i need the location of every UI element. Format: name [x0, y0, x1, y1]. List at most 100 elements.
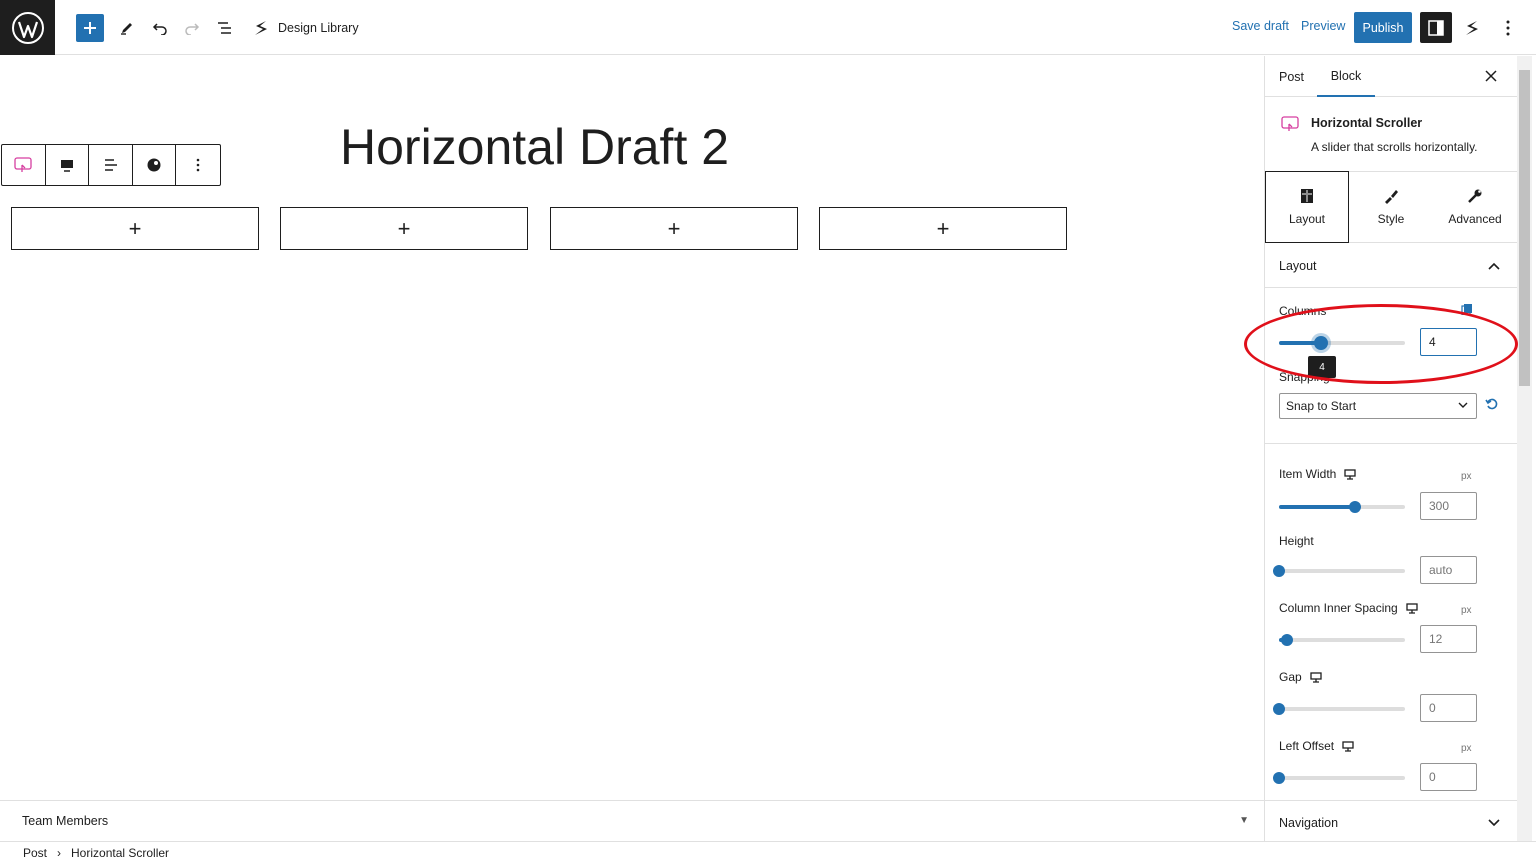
layout-icon [1301, 189, 1313, 203]
team-members-panel[interactable]: Team Members ▼ [0, 800, 1264, 840]
color-palette-icon [147, 158, 161, 172]
reset-icon[interactable] [1485, 397, 1499, 411]
gap-input[interactable]: 0 [1420, 694, 1477, 722]
chevron-down-icon [1458, 402, 1468, 408]
height-slider[interactable] [1273, 565, 1405, 577]
sidebar-tabs: Post Block [1265, 56, 1517, 97]
block-card-description: A slider that scrolls horizontally. [1311, 140, 1478, 154]
column-inner-spacing-label-text: Column Inner Spacing [1279, 601, 1398, 615]
sidebar-icon [1428, 19, 1444, 36]
post-title[interactable]: Horizontal Draft 2 [340, 118, 729, 176]
left-offset-label: Left Offset [1279, 739, 1354, 753]
column-appender-button[interactable]: + [819, 207, 1067, 250]
item-width-input[interactable]: 300 [1420, 492, 1477, 520]
column-appender-button[interactable]: + [11, 207, 259, 250]
list-view-icon [218, 22, 231, 34]
breadcrumb-item-block[interactable]: Horizontal Scroller [71, 846, 169, 860]
preview-button[interactable]: Preview [1301, 19, 1345, 33]
gap-label-text: Gap [1279, 670, 1302, 684]
divider [1265, 443, 1517, 444]
block-options-button[interactable] [176, 145, 220, 185]
tab-advanced[interactable]: Advanced [1433, 171, 1517, 243]
block-settings-sidebar: Post Block Horizontal Scroller A slider … [1264, 56, 1517, 841]
gap-slider[interactable] [1273, 703, 1405, 715]
column-inner-spacing-slider[interactable] [1279, 634, 1405, 646]
chevron-down-icon [1488, 818, 1500, 826]
column-inner-spacing-unit[interactable]: px [1461, 605, 1472, 616]
align-left-icon [104, 159, 117, 171]
block-card-title: Horizontal Scroller [1311, 116, 1423, 130]
breadcrumb: Post › Horizontal Scroller [0, 841, 1536, 863]
column-appender-button[interactable]: + [280, 207, 528, 250]
redo-icon [185, 23, 200, 35]
pencil-icon [121, 23, 132, 35]
snapping-select[interactable]: Snap to Start [1279, 393, 1477, 419]
column-appender-button[interactable]: + [550, 207, 798, 250]
layout-panel-toggle[interactable]: Layout [1265, 244, 1517, 288]
desktop-icon[interactable] [1406, 602, 1418, 614]
desktop-icon[interactable] [1310, 671, 1322, 683]
undo-button[interactable] [146, 14, 174, 42]
options-menu-button[interactable] [1494, 14, 1522, 42]
item-width-slider[interactable] [1279, 501, 1405, 513]
block-styles-button[interactable] [133, 145, 177, 185]
more-vertical-icon [1506, 20, 1510, 36]
save-draft-button[interactable]: Save draft [1232, 19, 1289, 33]
tab-block[interactable]: Block [1317, 56, 1375, 97]
tab-post[interactable]: Post [1279, 56, 1304, 97]
block-toolbar [1, 144, 221, 186]
desktop-icon[interactable] [1344, 468, 1357, 480]
tab-style[interactable]: Style [1349, 171, 1433, 243]
horizontal-scroller-icon [14, 157, 32, 172]
wrench-icon [1468, 189, 1482, 203]
gap-label: Gap [1279, 670, 1322, 684]
settings-toggle-button[interactable] [1420, 12, 1452, 43]
columns-slider[interactable] [1279, 336, 1405, 350]
left-offset-input[interactable]: 0 [1420, 763, 1477, 791]
design-library-button[interactable]: Design Library [252, 14, 359, 42]
tab-layout[interactable]: Layout [1265, 171, 1349, 243]
column-inner-spacing-input[interactable]: 12 [1420, 625, 1477, 653]
publish-button[interactable]: Publish [1354, 12, 1412, 43]
breadcrumb-separator: › [57, 845, 62, 860]
breadcrumb-item-post[interactable]: Post [23, 846, 47, 860]
design-library-label: Design Library [278, 21, 359, 35]
settings-tabs: Layout Style Advanced [1265, 171, 1517, 243]
block-alignment-button[interactable] [46, 145, 90, 185]
navigation-panel-title: Navigation [1279, 815, 1339, 830]
desktop-icon[interactable] [1342, 740, 1354, 752]
item-width-label-text: Item Width [1279, 467, 1337, 481]
columns-slider-tooltip: 4 [1308, 356, 1336, 378]
scrollbar-thumb[interactable] [1519, 70, 1530, 386]
undo-icon [152, 23, 167, 35]
brush-icon [1385, 190, 1398, 204]
item-width-unit[interactable]: px [1461, 471, 1472, 482]
item-width-label: Item Width [1279, 467, 1357, 481]
left-offset-unit[interactable]: px [1461, 743, 1472, 754]
stackable-settings-button[interactable] [1458, 14, 1486, 42]
block-type-switcher[interactable] [2, 145, 46, 185]
close-icon[interactable] [1483, 68, 1499, 84]
horizontal-scroller-icon [1281, 116, 1299, 131]
content-align-button[interactable] [89, 145, 133, 185]
column-inner-spacing-label: Column Inner Spacing [1279, 601, 1418, 615]
wordpress-logo-icon[interactable] [0, 0, 55, 55]
left-offset-slider[interactable] [1273, 772, 1405, 784]
sidebar-scrollbar[interactable] [1517, 56, 1532, 841]
copy-icon[interactable] [1461, 303, 1473, 315]
document-overview-button[interactable] [211, 14, 239, 42]
left-offset-label-text: Left Offset [1279, 739, 1335, 753]
block-inserter-button[interactable] [76, 14, 104, 42]
chevron-up-icon [1488, 262, 1500, 270]
layout-panel-title: Layout [1279, 258, 1317, 273]
redo-button[interactable] [178, 14, 206, 42]
snapping-select-value: Snap to Start [1286, 399, 1357, 413]
tools-button[interactable] [113, 14, 141, 42]
height-input[interactable]: auto [1420, 556, 1477, 584]
columns-input[interactable]: 4 [1420, 328, 1477, 356]
team-members-label: Team Members [22, 813, 109, 828]
plus-icon [84, 22, 96, 34]
editor-header: Design Library Save draft Preview Publis… [0, 0, 1536, 55]
navigation-panel-toggle[interactable]: Navigation [1265, 800, 1517, 841]
align-full-icon [60, 160, 73, 172]
